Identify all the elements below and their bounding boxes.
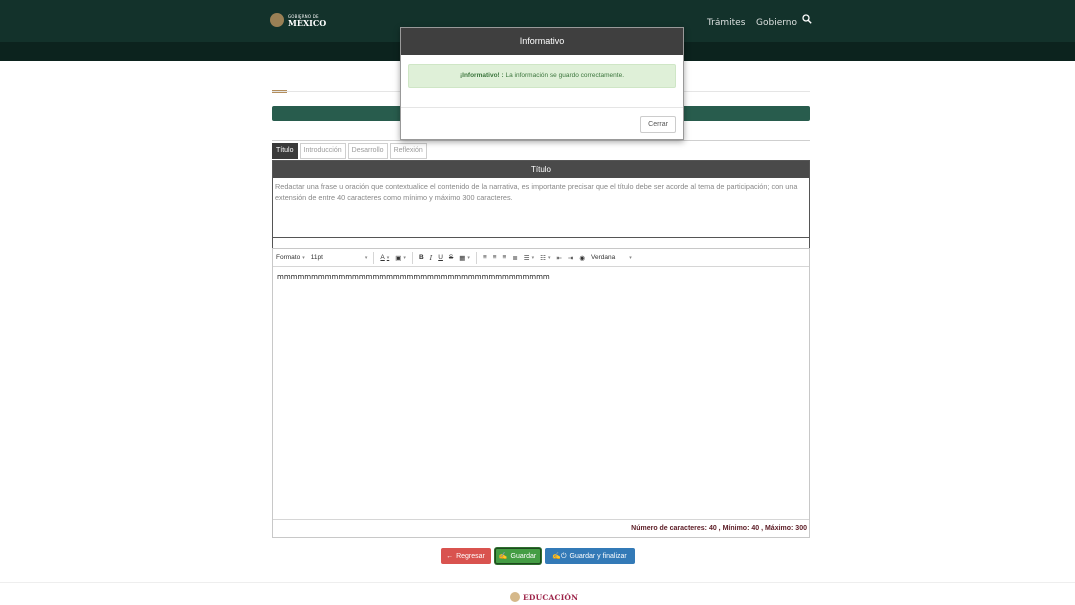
highlight-color-icon[interactable]: ▣ ▾ [395, 254, 406, 262]
action-buttons: ← Regresar ✍ Guardar ✍⏻ Guardar y finali… [0, 548, 1075, 564]
format-dropdown[interactable]: Formato ▾ [276, 254, 305, 261]
save-and-finish-button[interactable]: ✍⏻ Guardar y finalizar [544, 548, 635, 564]
modal-close-button[interactable]: Cerrar [640, 116, 676, 133]
font-size-dropdown[interactable]: 11pt [311, 254, 323, 261]
font-size-caret-icon[interactable]: ▾ [363, 255, 368, 261]
character-counter: Número de caracteres: 40 , Mínimo: 40 , … [273, 519, 809, 537]
save-finish-icon: ✍⏻ [552, 552, 567, 560]
modal-divider [401, 107, 683, 108]
strikethrough-icon[interactable]: S [449, 254, 453, 261]
back-button[interactable]: ← Regresar [440, 548, 491, 564]
section-tabs: Título Introducción Desarrollo Reflexión [272, 143, 427, 159]
bold-icon[interactable]: B [419, 254, 424, 261]
align-center-icon[interactable]: ≡ [493, 254, 497, 261]
font-size-label: 11pt [310, 254, 323, 261]
success-alert: ¡Informativo! : La información se guardo… [408, 64, 676, 88]
editor-content-area[interactable]: mmmmmmmmmmmmmmmmmmmmmmmmmmmmmmmmmmmmmmmm [273, 267, 809, 519]
seal-icon [510, 592, 520, 602]
align-justify-icon[interactable]: ≣ [512, 254, 517, 262]
toolbar-separator [475, 251, 477, 264]
back-label: Regresar [456, 552, 485, 560]
nav-tramites-link[interactable]: Trámites [707, 18, 745, 28]
logo-big-text: MÉXICO [288, 18, 327, 28]
save-button[interactable]: ✍ Guardar [494, 548, 541, 564]
tab-titulo[interactable]: Título [272, 143, 298, 159]
align-right-icon[interactable]: ≡ [503, 254, 507, 261]
nav-gobierno-link[interactable]: Gobierno [756, 18, 797, 28]
save-icon: ✍ [498, 553, 508, 560]
modal-title: Informativo [401, 28, 683, 55]
numbered-list-icon[interactable]: ☷ ▾ [540, 254, 550, 262]
table-icon[interactable]: ▦ ▾ [459, 254, 470, 262]
save-label: Guardar [510, 552, 537, 560]
alert-bold-text: ¡Informativo! : [459, 72, 504, 79]
footer-divider [0, 582, 1075, 583]
arrow-left-icon: ← [446, 552, 454, 560]
italic-icon[interactable]: I [430, 254, 433, 262]
bullet-list-icon[interactable]: ☰ ▾ [524, 254, 534, 262]
align-left-icon[interactable]: ≡ [483, 254, 487, 261]
underline-icon[interactable]: U [438, 254, 443, 261]
seal-icon [270, 13, 284, 27]
rich-text-editor: Formato ▾ 11pt ▾ A ▾ ▣ ▾ B I U S ▦ ▾ ≡ ≡ ≡ ≣… [272, 248, 810, 538]
toolbar-separator [373, 251, 375, 264]
save-finish-label: Guardar y finalizar [569, 552, 627, 560]
tab-reflexion[interactable]: Reflexión [389, 143, 427, 159]
toolbar-separator [411, 251, 413, 264]
alert-text: La información se guardo correctamente. [503, 72, 625, 79]
indent-icon[interactable]: ⇥ [568, 254, 573, 262]
font-family-dropdown[interactable]: Verdana ▾ [591, 254, 632, 261]
font-family-label: Verdana [591, 254, 616, 261]
editor-toolbar: Formato ▾ 11pt ▾ A ▾ ▣ ▾ B I U S ▦ ▾ ≡ ≡ ≡ ≣… [273, 249, 809, 267]
footer-logo: EDUCACIÓN [510, 592, 578, 602]
info-modal: Informativo ¡Informativo! : La informaci… [400, 27, 684, 140]
instructions-text: Redactar una frase u oración que context… [273, 178, 809, 238]
text-color-icon[interactable]: A ▾ [380, 254, 389, 261]
divider [272, 140, 810, 141]
format-label: Formato [276, 254, 301, 261]
search-icon[interactable] [802, 14, 812, 24]
outdent-icon[interactable]: ⇤ [556, 254, 561, 262]
panel-title: Título [273, 161, 809, 178]
preview-icon[interactable]: ◉ [579, 254, 585, 262]
tab-introduccion[interactable]: Introducción [299, 143, 346, 159]
footer-brand: EDUCACIÓN [523, 592, 579, 602]
gobierno-mexico-logo[interactable]: GOBIERNO DE MÉXICO [270, 13, 326, 27]
tab-desarrollo[interactable]: Desarrollo [347, 143, 388, 159]
